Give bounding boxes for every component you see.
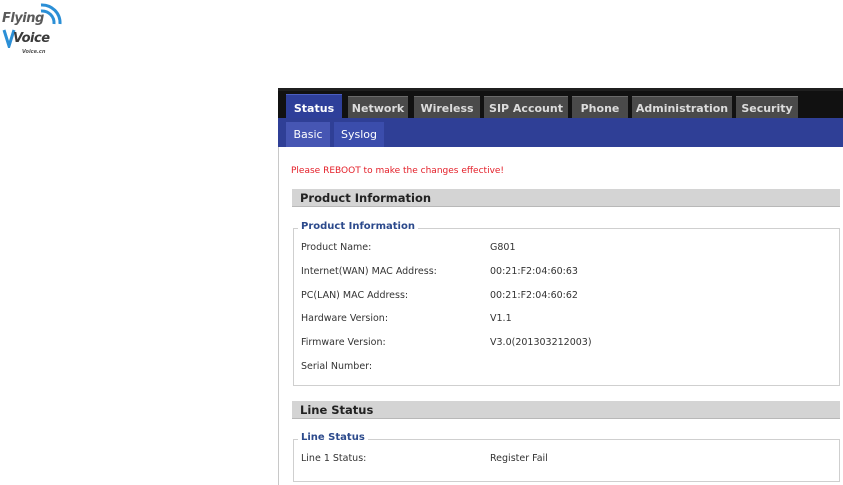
logo-tagline: Voice.cn	[22, 49, 46, 55]
firmware-version-label: Firmware Version:	[301, 337, 386, 348]
content-area: Please REBOOT to make the changes effect…	[278, 147, 843, 485]
tab-status[interactable]: Status	[286, 94, 342, 121]
subtab-basic[interactable]: Basic	[286, 122, 330, 147]
line1-status-value: Register Fail	[490, 453, 548, 464]
product-name-value: G801	[490, 242, 516, 253]
product-name-label: Product Name:	[301, 242, 372, 253]
sub-tab-bar: Basic Syslog	[278, 118, 843, 147]
product-info-legend: Product Information	[298, 221, 418, 232]
tab-security[interactable]: Security	[736, 96, 798, 119]
logo-word-2: Voice	[13, 31, 50, 46]
line-status-legend: Line Status	[298, 432, 368, 443]
tab-phone[interactable]: Phone	[572, 96, 628, 119]
line-status-fieldset: Line Status Line 1 Status: Register Fail	[293, 432, 840, 482]
lan-mac-value: 00:21:F2:04:60:62	[490, 290, 578, 301]
main-tab-bar: Status Network Wireless SIP Account Phon…	[278, 91, 843, 121]
reboot-warning: Please REBOOT to make the changes effect…	[291, 166, 505, 176]
tab-administration[interactable]: Administration	[632, 96, 732, 119]
tab-network[interactable]: Network	[348, 96, 408, 119]
tab-wireless[interactable]: Wireless	[414, 96, 480, 119]
hardware-version-value: V1.1	[490, 313, 512, 324]
serial-number-label: Serial Number:	[301, 361, 373, 372]
firmware-version-value: V3.0(201303212003)	[490, 337, 592, 348]
subtab-syslog[interactable]: Syslog	[334, 122, 384, 147]
product-info-header: Product Information	[292, 189, 840, 207]
tab-sip-account[interactable]: SIP Account	[484, 96, 568, 119]
hardware-version-label: Hardware Version:	[301, 313, 389, 324]
product-info-fieldset: Product Information Product Name: G801 I…	[293, 221, 840, 386]
line1-status-label: Line 1 Status:	[301, 453, 367, 464]
lan-mac-label: PC(LAN) MAC Address:	[301, 290, 409, 301]
wan-mac-value: 00:21:F2:04:60:63	[490, 266, 578, 277]
signal-waves-icon	[40, 3, 62, 25]
wan-mac-label: Internet(WAN) MAC Address:	[301, 266, 437, 277]
flyingvoice-logo: Flying Voice Voice.cn	[0, 0, 72, 60]
main-panel: Status Network Wireless SIP Account Phon…	[278, 88, 843, 485]
line-status-header: Line Status	[292, 401, 840, 419]
